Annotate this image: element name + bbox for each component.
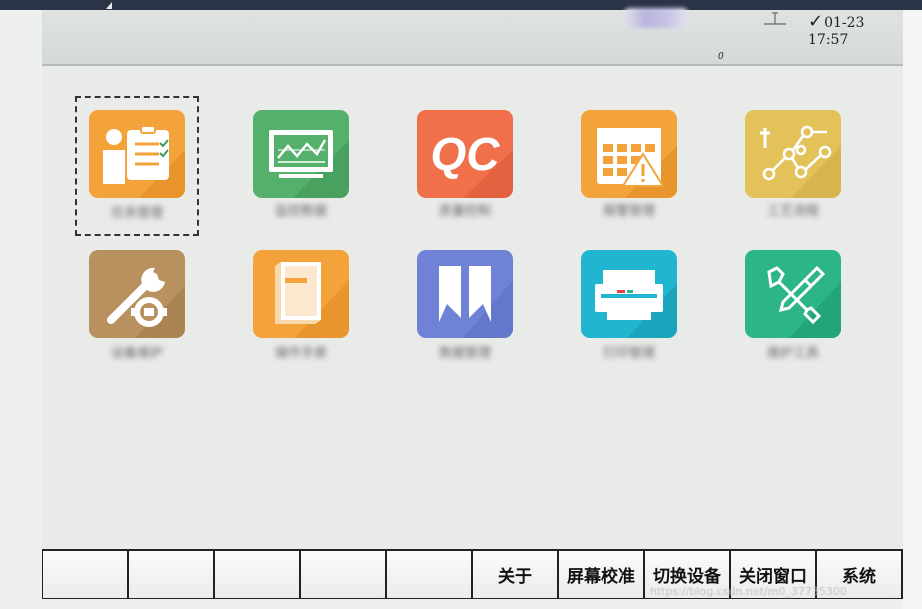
watermark: https://blog.csdn.net/m0_37735300: [650, 585, 847, 598]
printer-icon: [581, 250, 677, 338]
split-blocks-icon: [417, 250, 513, 338]
wrench-gear-icon: [89, 250, 185, 338]
toolbar-button-blank-1[interactable]: [42, 551, 127, 598]
clock: ✓01-23 17:57: [808, 11, 903, 48]
right-margin: [903, 10, 922, 609]
app-label: 工艺流程: [766, 204, 819, 219]
app-label: 打印管理: [602, 346, 655, 361]
calendar-warning-icon: [581, 110, 677, 198]
app-operation-manual[interactable]: 操作手册: [239, 238, 363, 378]
app-label: 报警管理: [602, 204, 655, 219]
app-quality-control[interactable]: QC 质量控制: [403, 96, 527, 236]
blurred-status-text: [624, 8, 688, 28]
task-checklist-icon: [89, 110, 185, 198]
status-header: ✓01-23 17:57 0: [42, 8, 903, 66]
title-bar: [0, 0, 922, 10]
app-launcher-grid: 任务管理 监控数据 QC 质量控制 报警管理 工艺流程 设备维护 操作手册 数据…: [42, 66, 903, 548]
corner-indicator-icon: [106, 2, 112, 9]
app-task-management[interactable]: 任务管理: [75, 96, 199, 236]
app-label: 任务管理: [110, 206, 163, 221]
app-print-management[interactable]: 打印管理: [567, 238, 691, 378]
app-label: 维护工具: [766, 346, 819, 361]
qc-text: QC: [431, 128, 501, 180]
app-label: 设备维护: [110, 346, 163, 361]
monitor-chart-icon: [253, 110, 349, 198]
app-label: 监控数据: [274, 204, 327, 219]
toolbar-button-blank-4[interactable]: [299, 551, 385, 598]
qc-icon: QC: [417, 110, 513, 198]
app-maintenance-tools[interactable]: 维护工具: [731, 238, 855, 378]
toolbar-button-blank-2[interactable]: [127, 551, 213, 598]
screen-calibration-button[interactable]: 屏幕校准: [557, 551, 643, 598]
app-label: 操作手册: [274, 346, 327, 361]
status-marker: 0: [718, 52, 724, 62]
toolbar-button-blank-3[interactable]: [213, 551, 299, 598]
app-monitor-data[interactable]: 监控数据: [239, 96, 363, 236]
check-icon: ✓: [808, 11, 824, 32]
app-process-flow[interactable]: 工艺流程: [731, 96, 855, 236]
book-icon: [253, 250, 349, 338]
app-alarm-management[interactable]: 报警管理: [567, 96, 691, 236]
tools-icon: [745, 250, 841, 338]
signal-icon: [764, 12, 786, 25]
toolbar-button-blank-5[interactable]: [385, 551, 471, 598]
app-label: 质量控制: [438, 204, 491, 219]
flow-nodes-icon: [745, 110, 841, 198]
app-data-management[interactable]: 数据管理: [403, 238, 527, 378]
app-equipment-maintenance[interactable]: 设备维护: [75, 238, 199, 378]
app-label: 数据管理: [438, 346, 491, 361]
about-button[interactable]: 关于: [471, 551, 557, 598]
